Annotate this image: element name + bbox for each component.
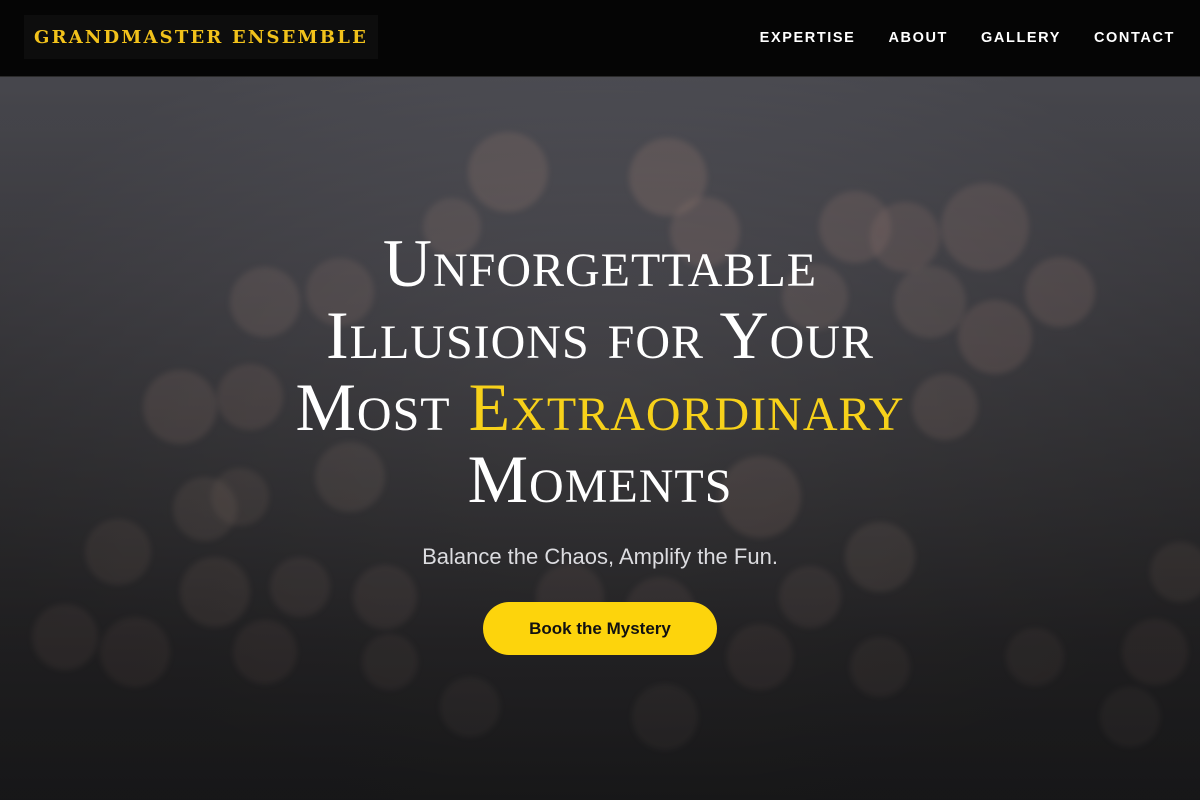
nav-link-contact[interactable]: CONTACT (1094, 30, 1175, 46)
headline-accent: Extraordinary (468, 369, 905, 445)
headline-line-3-prefix: Most (295, 369, 469, 445)
hero-tagline: Balance the Chaos, Amplify the Fun. (422, 544, 778, 569)
book-the-mystery-button[interactable]: Book the Mystery (483, 602, 717, 655)
site-header: GRANDMASTER ENSEMBLE EXPERTISE ABOUT GAL… (0, 0, 1200, 77)
hero-headline: Unforgettable Illusions for Your Most Ex… (100, 227, 1100, 515)
landing-page: GRANDMASTER ENSEMBLE EXPERTISE ABOUT GAL… (0, 0, 1200, 800)
hero-section: Unforgettable Illusions for Your Most Ex… (0, 77, 1200, 800)
nav-link-gallery[interactable]: GALLERY (981, 30, 1061, 46)
headline-line-1: Unforgettable (382, 225, 818, 301)
headline-line-2: Illusions for Your (326, 297, 874, 373)
main-nav: EXPERTISE ABOUT GALLERY CONTACT (760, 0, 1175, 76)
nav-link-about[interactable]: ABOUT (888, 30, 948, 46)
nav-link-expertise[interactable]: EXPERTISE (760, 30, 856, 46)
headline-line-4: Moments (467, 441, 733, 517)
site-logo[interactable]: GRANDMASTER ENSEMBLE (24, 15, 378, 59)
